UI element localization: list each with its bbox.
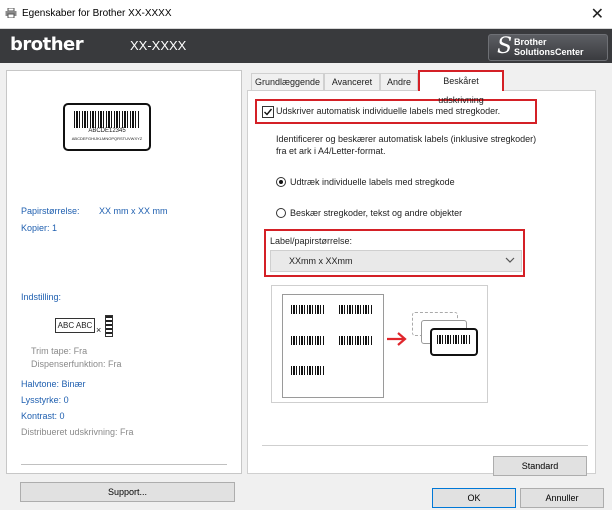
sheet-barcode-2 — [339, 305, 373, 314]
crop-description-line1: Identificerer og beskærer automatisk lab… — [276, 134, 537, 144]
left-divider — [21, 464, 227, 465]
sheet-barcode-5 — [291, 366, 325, 375]
chevron-down-icon — [505, 255, 515, 265]
radio-crop-objects[interactable] — [276, 208, 286, 218]
contrast-status: Kontrast: 0 — [21, 411, 65, 421]
support-button[interactable]: Support... — [20, 482, 235, 502]
settings-label: Indstilling: — [21, 292, 62, 302]
distributed-print-status: Distribueret udskrivning: Fra — [21, 427, 134, 437]
radio-crop-objects-label[interactable]: Beskær stregkoder, tekst og andre objekt… — [290, 208, 462, 218]
paper-size-value: XXmm x XXmm — [289, 256, 353, 266]
tab-advanced[interactable]: Avanceret — [324, 73, 380, 91]
paper-size-value: XX mm x XX mm — [99, 206, 168, 216]
barcode-label-preview: ABCDE12345 ABCDEFGHIJKLMNOPQRSTUVWXYZ — [63, 103, 151, 151]
ok-button[interactable]: OK — [432, 488, 516, 508]
sheet-barcode-1 — [291, 305, 325, 314]
paper-size-dropdown[interactable]: XXmm x XXmm — [270, 250, 522, 272]
cropped-labels-stack — [412, 312, 478, 362]
panel-divider — [262, 445, 588, 446]
barcode-subtext: ABCDEFGHIJKLMNOPQRSTUVWXYZ — [71, 136, 143, 141]
auto-crop-checkbox[interactable] — [262, 106, 274, 118]
radio-extract-labels[interactable] — [276, 177, 286, 187]
tab-panel-cropped-printing: Udskriver automatisk individuelle labels… — [247, 90, 596, 474]
label-front-barcode — [437, 335, 470, 344]
arrow-right-icon — [386, 331, 408, 347]
preview-panel: ABCDE12345 ABCDEFGHIJKLMNOPQRSTUVWXYZ Pa… — [6, 70, 242, 474]
printer-icon — [5, 7, 17, 19]
tape-preview-text: ABC ABC — [55, 318, 95, 333]
tape-end-icon — [105, 315, 113, 337]
model-name: XX-XXXX — [130, 38, 187, 53]
label-front — [430, 328, 478, 356]
copies-label: Kopier: 1 — [21, 223, 58, 233]
tab-cropped-printing[interactable]: Beskåret udskrivning — [418, 70, 504, 105]
solutions-center-icon: S — [497, 34, 513, 59]
paper-size-label: Label/papirstørrelse: — [270, 236, 353, 246]
cut-mark-icon: × — [96, 325, 102, 335]
sheet-barcode-3 — [291, 336, 325, 345]
tab-other[interactable]: Andre — [380, 73, 418, 91]
paper-size-label: Papirstørrelse: — [21, 206, 80, 216]
solutions-center-button[interactable]: S Brother SolutionsCenter — [488, 34, 608, 61]
trim-tape-status: Trim tape: Fra — [31, 346, 88, 356]
tab-basic[interactable]: Grundlæggende — [251, 73, 324, 91]
crop-illustration — [271, 285, 488, 403]
dispenser-status: Dispenserfunktion: Fra — [31, 359, 122, 369]
tape-preview: ABC ABC × — [55, 315, 125, 339]
brand-bar: brother XX-XXXX S Brother SolutionsCente… — [0, 29, 612, 63]
brightness-status: Lysstyrke: 0 — [21, 395, 69, 405]
radio-extract-labels-label[interactable]: Udtræk individuelle labels med stregkode — [290, 177, 455, 187]
crop-description-line2: fra et ark i A4/Letter-format. — [276, 146, 386, 156]
halftone-status: Halvtone: Binær — [21, 379, 86, 389]
close-icon[interactable]: ✕ — [591, 4, 604, 24]
title-bar: Egenskaber for Brother XX-XXXX ✕ — [0, 0, 612, 29]
window-title: Egenskaber for Brother XX-XXXX — [22, 8, 172, 19]
barcode-bars — [74, 111, 140, 128]
sheet-illustration — [282, 294, 384, 398]
barcode-text: ABCDE12345 — [88, 128, 126, 134]
cancel-button[interactable]: Annuller — [520, 488, 604, 508]
sheet-barcode-4 — [339, 336, 373, 345]
brother-logo: brother — [10, 34, 84, 55]
standard-button[interactable]: Standard — [493, 456, 587, 476]
